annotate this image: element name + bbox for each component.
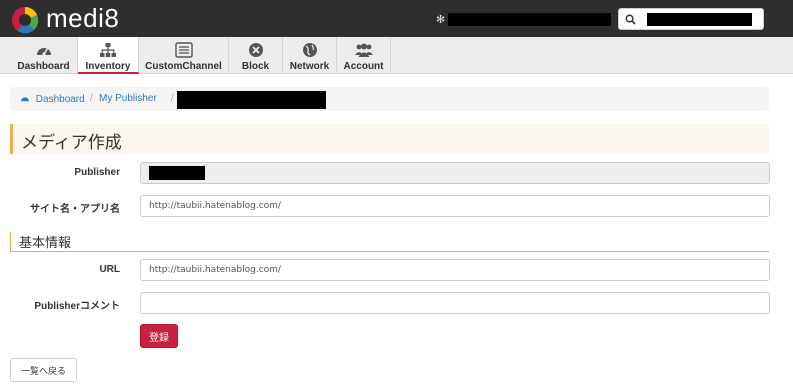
- back-to-list-button[interactable]: 一覧へ戻る: [10, 358, 77, 382]
- publisher-comment-field[interactable]: [140, 292, 770, 314]
- search-input[interactable]: [642, 8, 764, 30]
- top-bar: medi8 ✻: [0, 0, 793, 37]
- dashboard-icon: [21, 97, 29, 102]
- globe-icon: [302, 43, 317, 57]
- dashboard-icon: [36, 48, 51, 56]
- nav-label: CustomChannel: [145, 61, 222, 72]
- search-icon: [625, 14, 636, 25]
- nav-item-dashboard[interactable]: Dashboard: [10, 37, 78, 74]
- user-menu[interactable]: ✻: [436, 11, 612, 27]
- nav-item-customchannel[interactable]: CustomChannel: [139, 37, 229, 74]
- breadcrumb-home-label: Dashboard: [35, 94, 85, 105]
- page-title: メディア作成: [10, 124, 769, 154]
- url-label: URL: [99, 264, 120, 275]
- sitemap-icon: [100, 43, 116, 57]
- publisher-label: Publisher: [74, 167, 120, 178]
- url-field[interactable]: http://taubii.hatenablog.com/: [140, 259, 770, 281]
- nav-item-inventory[interactable]: Inventory: [78, 37, 139, 74]
- nav-label: Account: [343, 61, 384, 72]
- medi8-logo-icon: [12, 7, 39, 34]
- register-button[interactable]: 登録: [140, 324, 178, 348]
- main-nav: Dashboard Inventory CustomChannel Block: [0, 37, 793, 74]
- nav-item-network[interactable]: Network: [283, 37, 337, 74]
- brand-name: medi8: [46, 3, 120, 33]
- user-name-redacted: [448, 12, 612, 26]
- breadcrumb-home[interactable]: Dashboard: [20, 94, 85, 105]
- gear-icon: ✻: [436, 12, 446, 26]
- nav-label: Block: [241, 61, 270, 72]
- basic-info-heading: 基本情報: [10, 232, 769, 252]
- breadcrumb-separator: /: [90, 93, 93, 104]
- users-icon: [354, 43, 373, 57]
- nav-label: Dashboard: [17, 61, 70, 72]
- breadcrumb: Dashboard / My Publisher /: [10, 87, 769, 111]
- nav-label: Network: [289, 61, 330, 72]
- breadcrumb-my-publisher[interactable]: My Publisher: [99, 93, 157, 104]
- nav-item-block[interactable]: Block: [229, 37, 283, 74]
- search-button[interactable]: [618, 8, 643, 30]
- publisher-value-redacted: [149, 166, 205, 180]
- breadcrumb-separator: /: [171, 93, 174, 104]
- breadcrumb-current-redacted: [177, 91, 326, 109]
- nav-item-account[interactable]: Account: [337, 37, 391, 74]
- nav-label: Inventory: [85, 61, 131, 72]
- search-input-redacted: [647, 13, 752, 26]
- site-name-label: サイト名・アプリ名: [30, 204, 120, 215]
- block-icon: [248, 43, 263, 57]
- site-name-field[interactable]: http://taubii.hatenablog.com/: [140, 195, 770, 217]
- publisher-comment-label: Publisherコメント: [34, 301, 120, 312]
- publisher-field: [140, 162, 770, 184]
- list-icon: [174, 42, 193, 58]
